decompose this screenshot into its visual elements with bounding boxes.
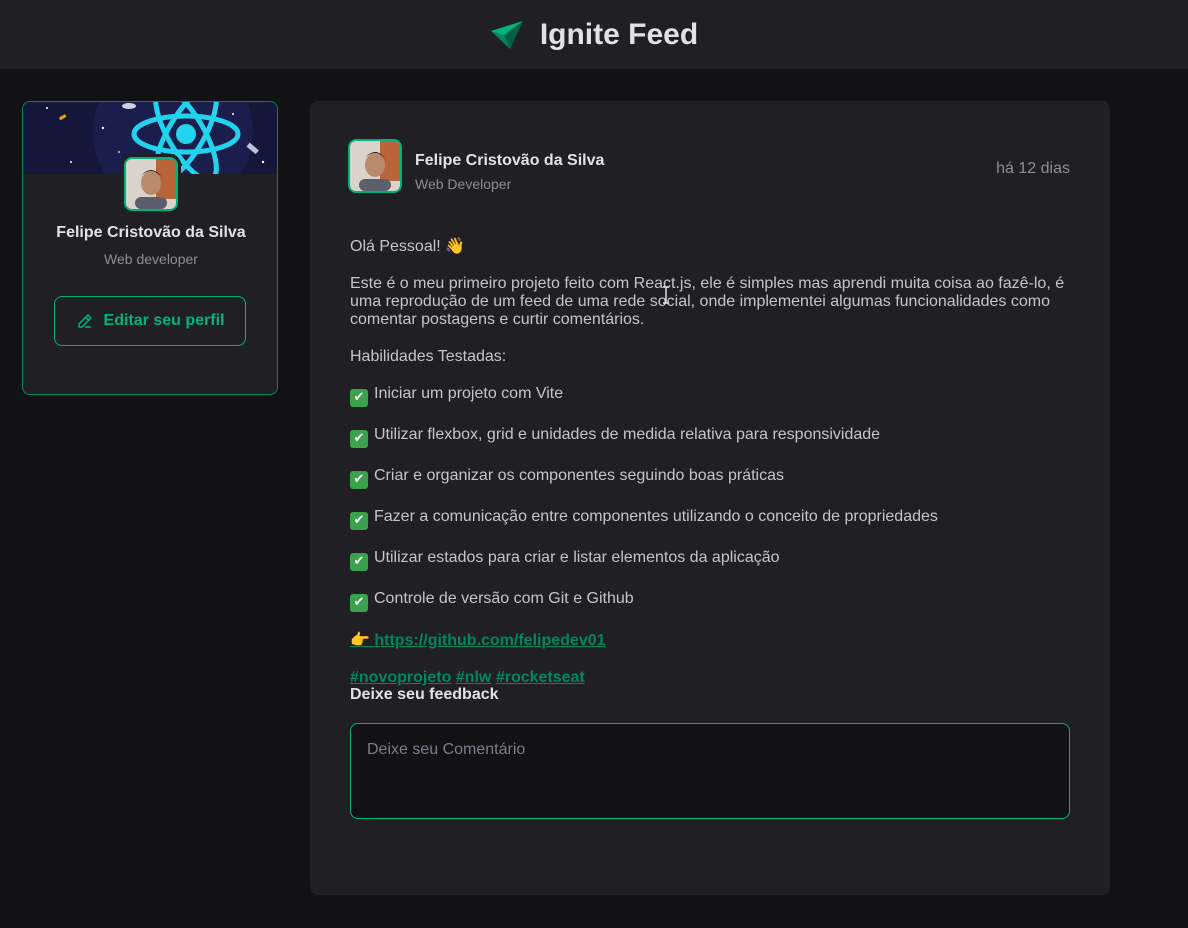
- hashtag-link[interactable]: #novoprojeto: [350, 669, 451, 686]
- check-icon: ✔: [350, 389, 368, 407]
- hashtag-link[interactable]: #rocketseat: [496, 669, 585, 686]
- profile-role: Web developer: [104, 251, 198, 267]
- check-icon: ✔: [350, 594, 368, 612]
- github-link[interactable]: 👉 https://github.com/felipedev01: [350, 630, 606, 650]
- list-item: ✔ Utilizar estados para criar e listar el…: [350, 549, 1072, 571]
- app-title: Ignite Feed: [539, 17, 699, 51]
- skills-title: Habilidades Testadas:: [350, 348, 507, 365]
- logo: Ignite Feed: [490, 18, 698, 52]
- app-header: Ignite Feed: [0, 0, 1188, 69]
- edit-profile-label: Editar seu perfil: [103, 312, 225, 329]
- avatar[interactable]: [121, 154, 181, 214]
- profile-sidebar: Felipe Cristovão da Silva Web developer …: [22, 101, 278, 395]
- github-link-line: 👉 https://github.com/felipedev01: [350, 631, 1072, 650]
- post-card: Felipe Cristovão da Silva Web Developer …: [310, 101, 1110, 895]
- list-item: ✔ Iniciar um projeto com Vite: [350, 385, 1072, 407]
- edit-profile-button[interactable]: Editar seu perfil: [54, 296, 246, 346]
- hashtags: #novoprojeto #nlw #rocketseat: [350, 669, 1072, 687]
- waving-hand-icon: 👋: [445, 236, 466, 255]
- check-icon: ✔: [350, 430, 368, 448]
- pencil-icon: [76, 312, 94, 330]
- published-time: há 12 dias: [996, 160, 1070, 177]
- profile-name: Felipe Cristovão da Silva: [56, 224, 246, 241]
- check-icon: ✔: [350, 553, 368, 571]
- check-icon: ✔: [350, 471, 368, 489]
- list-item: ✔ Controle de versão com Git e Github: [350, 590, 1072, 612]
- check-icon: ✔: [350, 512, 368, 530]
- pointing-hand-icon: 👉: [350, 630, 370, 649]
- feedback-title: Deixe seu feedback: [350, 686, 499, 703]
- ignite-logo-icon: [490, 19, 524, 51]
- list-item: ✔ Fazer a comunicação entre componentes u…: [350, 508, 1072, 530]
- hashtag-link[interactable]: #nlw: [456, 669, 492, 686]
- post-content: Olá Pessoal! 👋 Este é o meu primeiro pro…: [350, 237, 1072, 706]
- list-item: ✔ Utilizar flexbox, grid e unidades de me…: [350, 426, 1072, 448]
- intro-text: Este é o meu primeiro projeto feito com …: [350, 275, 1065, 328]
- list-item: ✔ Criar e organizar os componentes seguin…: [350, 467, 1072, 489]
- author-role: Web Developer: [415, 176, 512, 192]
- text-cursor-icon: [663, 286, 669, 304]
- author-name: Felipe Cristovão da Silva: [415, 152, 605, 169]
- author-avatar[interactable]: [345, 136, 405, 196]
- greeting: Olá Pessoal! 👋: [350, 236, 466, 256]
- comment-input[interactable]: [350, 723, 1070, 819]
